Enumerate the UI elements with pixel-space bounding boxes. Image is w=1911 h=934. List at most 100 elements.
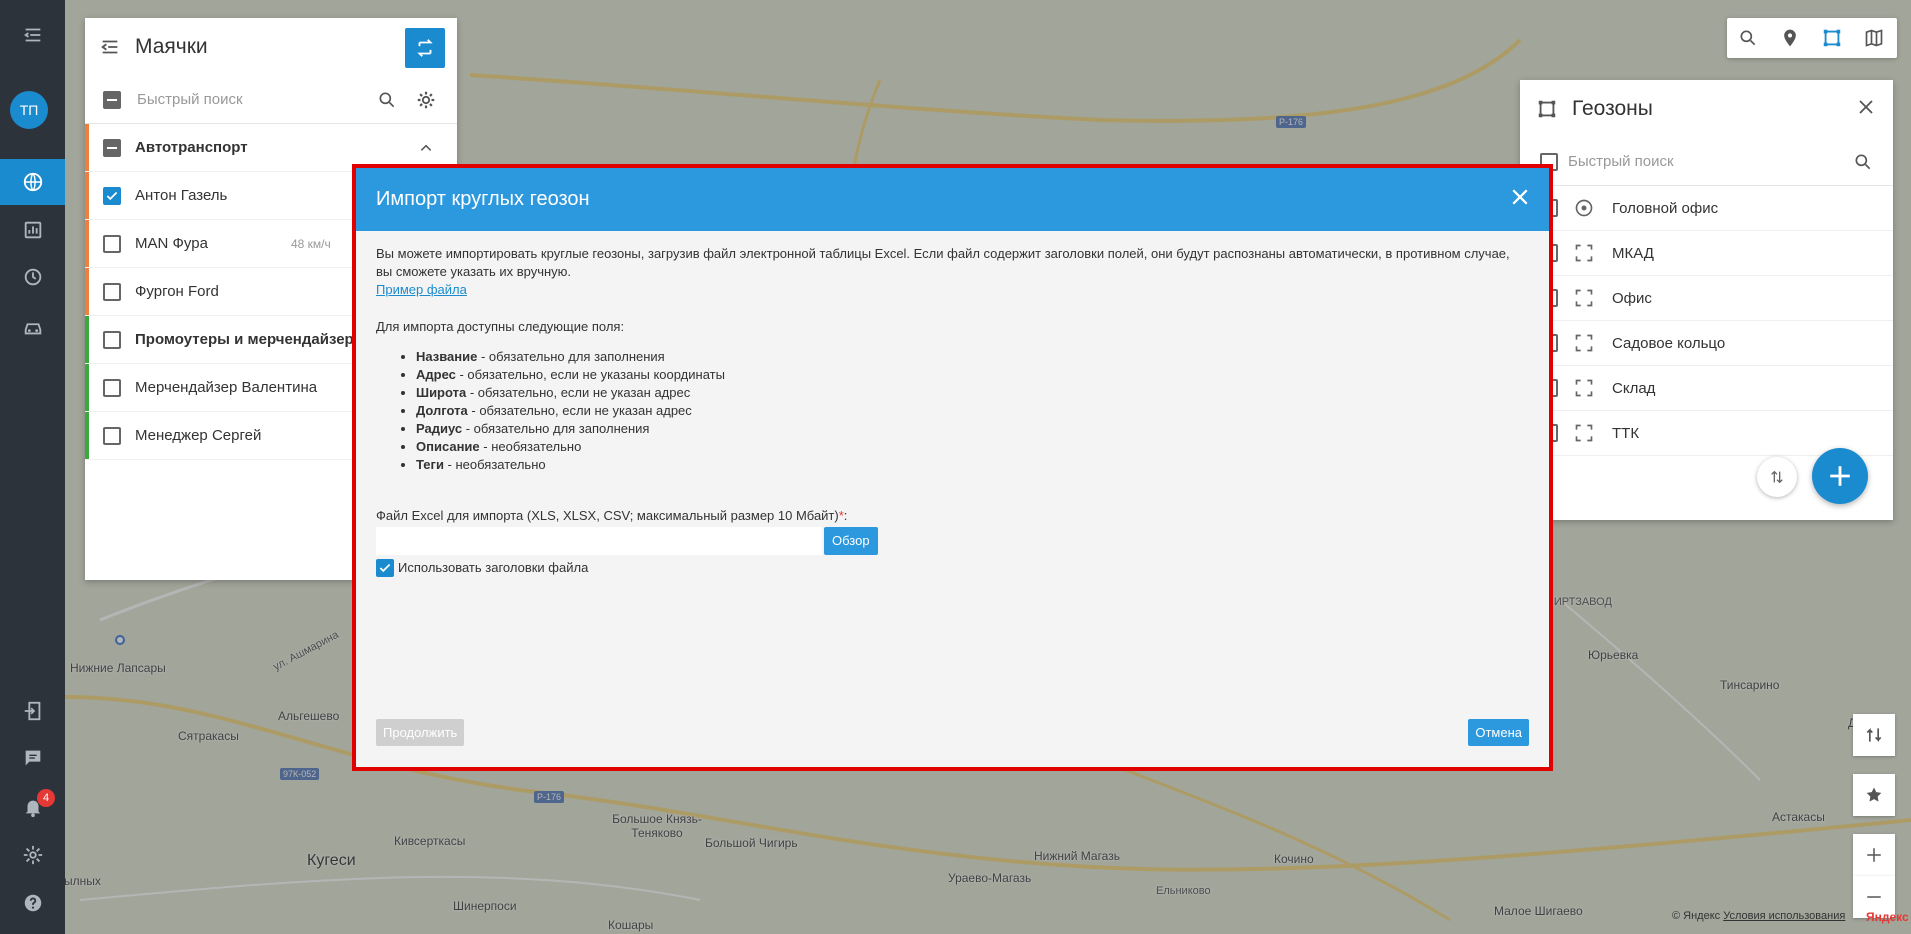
file-input-label: Файл Excel для импорта (XLS, XLSX, CSV; … bbox=[376, 508, 848, 523]
geozone-row[interactable]: Склад bbox=[1520, 366, 1893, 411]
nav-chat-button[interactable] bbox=[0, 735, 65, 781]
field-description: - обязательно, если не указан адрес bbox=[467, 403, 692, 418]
zoom-in-button[interactable] bbox=[1853, 834, 1895, 876]
field-description: - необязательно bbox=[479, 439, 582, 454]
geozone-label: Склад bbox=[1612, 379, 1656, 397]
favorites-button[interactable] bbox=[1853, 774, 1895, 816]
nav-vehicles-button[interactable] bbox=[0, 304, 65, 350]
beacons-search-input[interactable]: Быстрый поиск bbox=[137, 91, 377, 108]
nav-history-button[interactable] bbox=[0, 254, 65, 300]
dialog-intro-text: Вы можете импортировать круглые геозоны,… bbox=[376, 246, 1510, 279]
nav-settings-button[interactable] bbox=[0, 832, 65, 878]
field-name: Долгота bbox=[416, 403, 468, 418]
use-headers-checkbox[interactable] bbox=[376, 559, 394, 577]
nav-help-button[interactable] bbox=[0, 880, 65, 926]
beacon-label: Фургон Ford bbox=[135, 283, 219, 300]
gear-icon[interactable] bbox=[415, 89, 437, 111]
file-path-input[interactable] bbox=[376, 527, 822, 555]
terms-link[interactable]: Условия использования bbox=[1723, 910, 1845, 922]
beacon-label: Мерчендайзер Валентина bbox=[135, 379, 318, 396]
beacon-checkbox[interactable] bbox=[103, 138, 121, 157]
beacon-checkbox[interactable] bbox=[103, 186, 121, 205]
menu-collapse-icon[interactable] bbox=[99, 36, 121, 58]
use-headers-row: Использовать заголовки файла bbox=[376, 559, 1529, 577]
beacon-checkbox[interactable] bbox=[103, 282, 121, 301]
geozone-row[interactable]: Офис bbox=[1520, 276, 1893, 321]
plus-icon bbox=[1867, 848, 1881, 862]
nav-notifications-button[interactable] bbox=[0, 784, 65, 830]
field-item: Теги - необязательно bbox=[416, 456, 1529, 474]
geozones-title: Геозоны bbox=[1572, 97, 1653, 120]
route-button[interactable] bbox=[1853, 714, 1895, 756]
polygon-geozone-icon bbox=[1574, 423, 1594, 443]
beacon-label: MAN Фура bbox=[135, 235, 208, 252]
geozone-label: Головной офис bbox=[1612, 199, 1719, 217]
copyright-text: © Яндекс bbox=[1672, 910, 1721, 922]
close-icon[interactable] bbox=[1511, 188, 1529, 206]
route-icon bbox=[1866, 727, 1882, 743]
geozone-polygon-icon bbox=[1823, 29, 1841, 47]
geozone-label: Офис bbox=[1612, 289, 1652, 307]
group-color-bar bbox=[85, 268, 89, 315]
notification-badge: 4 bbox=[37, 789, 55, 807]
fields-title: Для импорта доступны следующие поля: bbox=[376, 319, 625, 334]
geozones-list: Головной офис МКАД Офис Садовое кольцо Склад… bbox=[1520, 186, 1893, 456]
chat-icon bbox=[25, 750, 40, 766]
gear-icon bbox=[23, 845, 42, 865]
beacon-checkbox[interactable] bbox=[103, 330, 121, 349]
add-geozone-button[interactable] bbox=[1812, 448, 1868, 504]
dialog-body: Вы можете импортировать круглые геозоны,… bbox=[356, 231, 1549, 577]
beacons-mode-button[interactable] bbox=[405, 28, 445, 68]
map-toolbar bbox=[1727, 18, 1897, 58]
field-name: Адрес bbox=[416, 367, 456, 382]
checkmark-icon bbox=[106, 191, 118, 200]
file-input-row: Обзор bbox=[376, 527, 1529, 555]
map-places-button[interactable] bbox=[1769, 18, 1811, 58]
geozones-header: Геозоны bbox=[1520, 80, 1893, 138]
geozone-polygon-icon bbox=[1538, 100, 1556, 118]
map-icon bbox=[1865, 29, 1883, 47]
file-label-text: Файл Excel для импорта (XLS, XLSX, CSV; … bbox=[376, 508, 839, 523]
continue-button[interactable]: Продолжить bbox=[376, 719, 465, 746]
star-icon bbox=[1866, 787, 1882, 802]
collapse-menu-button[interactable] bbox=[0, 12, 65, 58]
geozones-search-input[interactable]: Быстрый поиск bbox=[1568, 153, 1853, 170]
sample-file-link[interactable]: Пример файла bbox=[376, 281, 467, 299]
beacons-search-row: Быстрый поиск bbox=[85, 76, 457, 124]
map-search-button[interactable] bbox=[1727, 18, 1769, 58]
field-item: Широта - обязательно, если не указан адр… bbox=[416, 384, 1529, 402]
nav-reports-button[interactable] bbox=[0, 207, 65, 253]
beacon-checkbox[interactable] bbox=[103, 426, 121, 445]
map-geozones-button[interactable] bbox=[1811, 18, 1853, 58]
beacons-title: Маячки bbox=[135, 35, 208, 58]
field-item: Долгота - обязательно, если не указан ад… bbox=[416, 402, 1529, 420]
geozone-row[interactable]: Садовое кольцо bbox=[1520, 321, 1893, 366]
search-icon[interactable] bbox=[1853, 152, 1873, 172]
use-headers-label: Использовать заголовки файла bbox=[398, 560, 589, 575]
select-all-checkbox[interactable] bbox=[103, 90, 121, 109]
search-icon[interactable] bbox=[377, 90, 397, 110]
beacon-checkbox[interactable] bbox=[103, 378, 121, 397]
polygon-geozone-icon bbox=[1574, 333, 1594, 353]
fields-list: Название - обязательно для заполненияАдр… bbox=[416, 348, 1529, 474]
avatar[interactable]: ТП bbox=[10, 91, 48, 129]
beacon-checkbox[interactable] bbox=[103, 234, 121, 253]
sort-button[interactable] bbox=[1757, 457, 1797, 497]
beacon-label: Антон Газель bbox=[135, 187, 228, 204]
chevron-up-icon[interactable] bbox=[419, 141, 433, 159]
field-name: Широта bbox=[416, 385, 467, 400]
map-layers-button[interactable] bbox=[1853, 18, 1895, 58]
required-mark: * bbox=[838, 508, 844, 523]
car-icon bbox=[24, 323, 41, 335]
cancel-button[interactable]: Отмена bbox=[1468, 719, 1529, 746]
geozone-row[interactable]: МКАД bbox=[1520, 231, 1893, 276]
browse-button[interactable]: Обзор bbox=[824, 527, 878, 555]
field-description: - обязательно для заполнения bbox=[462, 421, 650, 436]
field-description: - обязательно, если не указаны координат… bbox=[455, 367, 725, 382]
beacons-header: Маячки bbox=[85, 18, 457, 76]
nav-map-button[interactable] bbox=[0, 159, 65, 205]
sort-icon bbox=[1771, 470, 1783, 484]
nav-exit-button[interactable] bbox=[0, 688, 65, 734]
geozone-row[interactable]: Головной офис bbox=[1520, 186, 1893, 231]
close-icon[interactable] bbox=[1857, 98, 1875, 116]
